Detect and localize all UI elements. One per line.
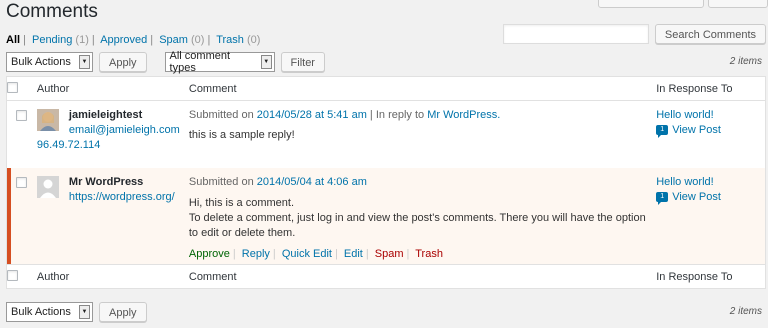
tablenav-bottom: Bulk Actions ▼ Apply bbox=[6, 302, 147, 322]
bulk-actions-value: Bulk Actions bbox=[11, 56, 71, 68]
dropdown-arrow-icon: ▼ bbox=[260, 55, 272, 69]
apply-button[interactable]: Apply bbox=[99, 52, 147, 72]
spam-action[interactable]: Spam bbox=[375, 248, 404, 260]
comment-type-select[interactable]: All comment types ▼ bbox=[164, 50, 275, 74]
table-header-row: Author Comment In Response To bbox=[6, 76, 766, 101]
column-comment: Comment bbox=[188, 264, 657, 289]
tablenav-top: Bulk Actions ▼ Apply All comment types ▼… bbox=[6, 50, 325, 74]
filter-all[interactable]: All bbox=[6, 34, 20, 46]
view-post-link[interactable]: View Post bbox=[672, 124, 721, 136]
author-name: Mr WordPress bbox=[68, 176, 144, 188]
table-footer-row: Author Comment In Response To bbox=[6, 264, 766, 289]
filter-spam[interactable]: Spam bbox=[159, 34, 188, 46]
items-count: 2 items bbox=[729, 306, 762, 317]
author-url-link[interactable]: https://wordpress.org/ bbox=[69, 191, 175, 203]
row-actions: Approve | Reply | Quick Edit | Edit | Spam | … bbox=[188, 248, 443, 260]
bulk-actions-select[interactable]: Bulk Actions ▼ bbox=[6, 52, 93, 72]
filter-approved[interactable]: Approved bbox=[100, 34, 147, 46]
author-name: jamieleightest bbox=[68, 109, 143, 121]
screen-options-button[interactable] bbox=[598, 0, 704, 8]
comment-text: Hi, this is a comment. To delete a comme… bbox=[189, 196, 656, 241]
edit-action[interactable]: Edit bbox=[344, 248, 363, 260]
comment-text-line: Hi, this is a comment. bbox=[188, 197, 295, 209]
column-response[interactable]: In Response To bbox=[656, 264, 766, 289]
column-author[interactable]: Author bbox=[36, 264, 189, 289]
column-author[interactable]: Author bbox=[36, 76, 189, 101]
avatar bbox=[36, 176, 59, 198]
comment-count-bubble-icon[interactable]: 1 bbox=[656, 125, 669, 138]
comment-status-filters: All | Pending (1) | Approved | Spam (0) | Tr… bbox=[6, 34, 261, 46]
comment-text-line: To delete a comment, just log in and vie… bbox=[188, 212, 646, 239]
column-response[interactable]: In Response To bbox=[656, 76, 766, 101]
search-box: Search Comments bbox=[502, 24, 766, 44]
submitted-line: Submitted on 2014/05/28 at 5:41 am | In … bbox=[189, 101, 656, 121]
approve-action[interactable]: Approve bbox=[189, 248, 230, 260]
response-post-link[interactable]: Hello world! bbox=[656, 109, 713, 121]
row-checkbox[interactable] bbox=[16, 177, 28, 188]
bulk-actions-select[interactable]: Bulk Actions ▼ bbox=[6, 302, 93, 322]
author-ip-link[interactable]: 96.49.72.114 bbox=[37, 139, 100, 151]
bulk-actions-value: Bulk Actions bbox=[11, 306, 71, 318]
view-post-link[interactable]: View Post bbox=[672, 191, 721, 203]
select-all-checkbox[interactable] bbox=[7, 81, 18, 93]
help-button[interactable] bbox=[708, 0, 768, 8]
trash-action[interactable]: Trash bbox=[415, 248, 443, 260]
column-comment: Comment bbox=[188, 76, 657, 101]
author-email-link[interactable]: email@jamieleigh.com bbox=[69, 124, 180, 136]
table-row: jamieleightest email@jamieleigh.com 96.4… bbox=[7, 101, 766, 169]
filter-button[interactable]: Filter bbox=[280, 52, 325, 72]
comment-text: this is a sample reply! bbox=[188, 129, 295, 141]
comment-count-bubble-icon[interactable]: 1 bbox=[656, 192, 669, 205]
reply-prefix: | In reply to bbox=[369, 109, 425, 121]
dropdown-arrow-icon: ▼ bbox=[79, 55, 90, 69]
avatar bbox=[36, 109, 59, 131]
submitted-prefix: Submitted on bbox=[188, 176, 254, 188]
select-all-checkbox[interactable] bbox=[7, 269, 18, 281]
comment-date-link[interactable]: 2014/05/04 at 4:06 am bbox=[257, 176, 367, 188]
filter-pending[interactable]: Pending bbox=[32, 34, 72, 46]
quick-edit-action[interactable]: Quick Edit bbox=[282, 248, 332, 260]
submitted-line: Submitted on 2014/05/04 at 4:06 am bbox=[189, 168, 656, 188]
comments-table: Author Comment In Response To jamieleigh… bbox=[6, 76, 766, 289]
reply-to-link[interactable]: Mr WordPress. bbox=[427, 109, 500, 121]
spam-count: (0) bbox=[191, 34, 205, 46]
response-post-link[interactable]: Hello world! bbox=[656, 176, 713, 188]
comment-date-link[interactable]: 2014/05/28 at 5:41 am bbox=[257, 109, 367, 121]
row-checkbox[interactable] bbox=[16, 110, 28, 121]
submitted-prefix: Submitted on bbox=[188, 109, 254, 121]
search-input[interactable] bbox=[502, 24, 649, 44]
items-count: 2 items bbox=[729, 56, 762, 67]
apply-button[interactable]: Apply bbox=[99, 302, 147, 322]
reply-action[interactable]: Reply bbox=[242, 248, 270, 260]
comment-type-value: All comment types bbox=[169, 50, 231, 74]
search-comments-button[interactable]: Search Comments bbox=[654, 24, 766, 44]
table-row: Mr WordPress https://wordpress.org/ Subm… bbox=[6, 168, 766, 265]
trash-count: (0) bbox=[246, 34, 261, 46]
filter-trash[interactable]: Trash bbox=[216, 34, 244, 46]
pending-count: (1) bbox=[75, 34, 89, 46]
dropdown-arrow-icon: ▼ bbox=[79, 305, 90, 319]
page-title: Comments bbox=[6, 1, 98, 22]
